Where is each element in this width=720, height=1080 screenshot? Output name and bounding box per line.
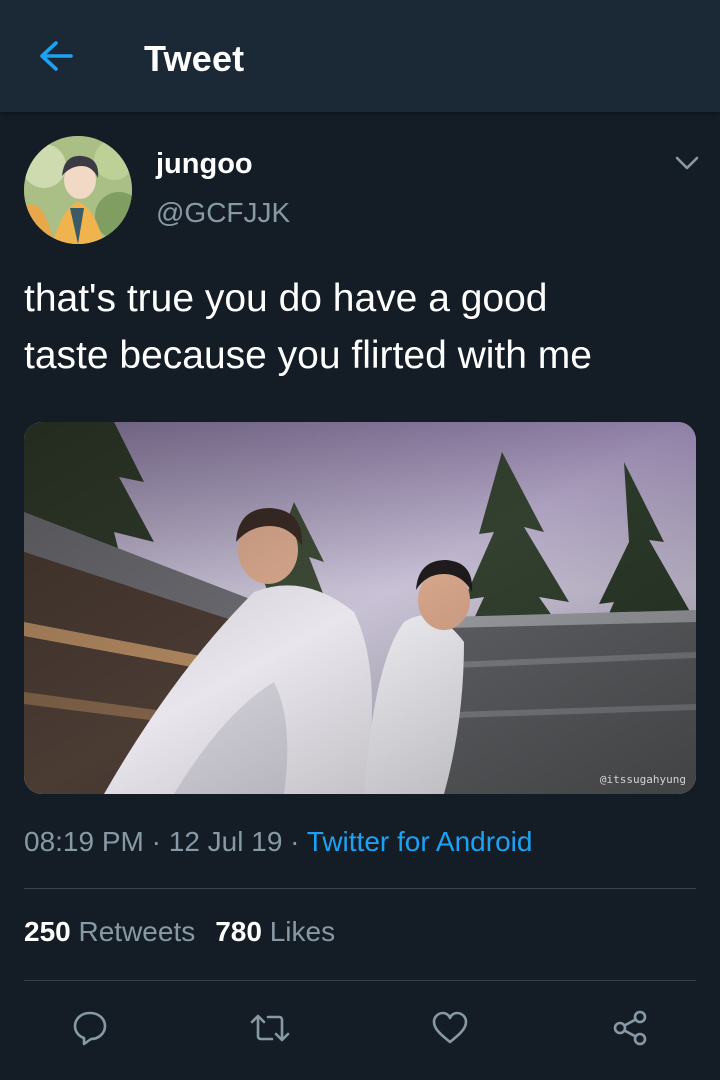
- tweet-meta: 08:19 PM · 12 Jul 19 · Twitter for Andro…: [24, 826, 532, 858]
- tweet-date: 12 Jul 19: [168, 826, 283, 857]
- like-icon: [430, 1008, 470, 1053]
- likes-stat[interactable]: 780 Likes: [215, 916, 335, 947]
- divider: [24, 888, 696, 889]
- tweet-media-photo[interactable]: @itssugahyung: [24, 422, 696, 794]
- back-button[interactable]: [34, 36, 78, 80]
- tweet-time: 08:19 PM: [24, 826, 144, 857]
- retweets-stat[interactable]: 250 Retweets: [24, 916, 195, 947]
- share-button[interactable]: [606, 1006, 654, 1054]
- display-name[interactable]: jungoo: [156, 148, 253, 181]
- likes-count: 780: [215, 916, 262, 947]
- reply-icon: [70, 1008, 110, 1053]
- meta-separator: ·: [151, 826, 161, 857]
- tweet-menu-button[interactable]: [670, 150, 704, 180]
- avatar[interactable]: [24, 136, 132, 244]
- top-app-bar: Tweet: [0, 0, 720, 112]
- divider: [24, 980, 696, 981]
- chevron-down-icon: [674, 155, 700, 176]
- likes-label: Likes: [269, 916, 336, 947]
- retweet-button[interactable]: [246, 1006, 294, 1054]
- tweet-text: that's true you do have a good taste bec…: [24, 277, 592, 377]
- media-watermark: @itssugahyung: [599, 773, 686, 786]
- reply-button[interactable]: [66, 1006, 114, 1054]
- tweet-action-bar: [0, 1000, 720, 1060]
- retweet-icon: [248, 1008, 292, 1053]
- retweets-label: Retweets: [78, 916, 196, 947]
- tweet-source-link[interactable]: Twitter for Android: [307, 826, 533, 857]
- like-button[interactable]: [426, 1006, 474, 1054]
- share-icon: [610, 1008, 650, 1053]
- retweets-count: 250: [24, 916, 71, 947]
- arrow-left-icon: [38, 40, 74, 77]
- tweet-stats: 250 Retweets 780 Likes: [24, 916, 335, 948]
- page-title: Tweet: [144, 38, 245, 79]
- meta-separator: ·: [290, 826, 300, 857]
- user-handle[interactable]: @GCFJJK: [156, 197, 290, 229]
